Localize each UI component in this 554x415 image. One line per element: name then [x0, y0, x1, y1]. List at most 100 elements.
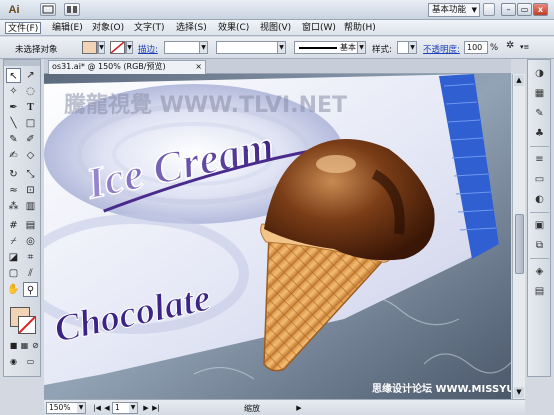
- draw-normal-icon[interactable]: ◉: [6, 354, 21, 369]
- scroll-thumb[interactable]: [515, 214, 524, 274]
- tools-panel: ↖ ↗ ✧ ◌ ✒ T ╲ □ ✎ ✐ ✍ ◇ ↻ ⤡ ≈ ⊡ ⁂ ▥ # ▤ …: [3, 59, 41, 377]
- menu-object[interactable]: 对象(O): [90, 22, 126, 34]
- brush-label: 基本: [340, 43, 356, 52]
- opacity-input[interactable]: 100: [464, 41, 488, 54]
- status-bar: 150% ▼ |◀ ◀ 1 ▼ ▶ ▶| 缩放 ▶: [44, 399, 525, 415]
- scale-tool-icon[interactable]: ⤡: [23, 167, 38, 182]
- color-icon[interactable]: ◑: [532, 66, 547, 81]
- minimize-button[interactable]: –: [501, 3, 516, 16]
- artboard-canvas[interactable]: 騰龍視覺 WWW.TLVI.NET Ice Cream Chocolate 思缘…: [44, 74, 511, 399]
- vertical-scrollbar[interactable]: ▲ ▼: [512, 74, 525, 399]
- transparency-icon[interactable]: ◐: [532, 192, 547, 207]
- stroke-weight-input[interactable]: ▼: [164, 41, 208, 54]
- variable-width-dropdown[interactable]: ▼: [216, 41, 286, 54]
- menu-select[interactable]: 选择(S): [174, 22, 209, 34]
- status-mode-text: 缩放: [244, 404, 260, 413]
- chevron-down-icon: ▼: [471, 6, 477, 14]
- mesh-tool-icon[interactable]: #: [6, 218, 21, 233]
- workspace-label: 基本功能: [432, 5, 467, 15]
- stroke-swatch[interactable]: [110, 41, 125, 54]
- tools-grip[interactable]: [4, 60, 40, 66]
- warp-tool-icon[interactable]: ≈: [6, 183, 21, 198]
- blend-tool-icon[interactable]: ◎: [23, 234, 38, 249]
- gradient-icon[interactable]: ▭: [532, 172, 547, 187]
- document-tab[interactable]: os31.ai* @ 150% (RGB/预览) ×: [48, 60, 206, 74]
- hand-tool-icon[interactable]: ✋: [6, 282, 21, 297]
- workspace-switcher[interactable]: 基本功能 ▼: [428, 3, 480, 17]
- ice-cream-artwork: 騰龍視覺 WWW.TLVI.NET Ice Cream Chocolate 思缘…: [44, 74, 511, 399]
- symbol-sprayer-tool-icon[interactable]: ⁂: [6, 199, 21, 214]
- pen-tool-icon[interactable]: ✒: [6, 100, 21, 115]
- brushes-icon[interactable]: ✎: [532, 106, 547, 121]
- menu-view[interactable]: 视图(V): [258, 22, 293, 34]
- zoom-tool-icon[interactable]: ⚲: [23, 282, 38, 297]
- crop-tool-icon[interactable]: ⌗: [23, 250, 38, 265]
- artboard-tool-icon[interactable]: ▢: [6, 266, 21, 281]
- stroke-link[interactable]: 描边:: [138, 43, 158, 55]
- brush-definition-dropdown[interactable]: 基本 ▼: [294, 41, 366, 54]
- screen-mode-icon[interactable]: ▭: [23, 354, 38, 369]
- document-tab-title: os31.ai* @ 150% (RGB/预览): [52, 62, 166, 71]
- menu-window[interactable]: 窗口(W): [300, 22, 338, 34]
- panel-menu-icon[interactable]: ▾≡: [520, 43, 529, 51]
- title-bar: Ai 基本功能 ▼ – ▭ x: [0, 0, 554, 20]
- previous-artboard-icon[interactable]: ◀: [102, 403, 112, 413]
- fill-dropdown[interactable]: ▼: [97, 41, 105, 54]
- eraser-tool-icon[interactable]: ◇: [23, 148, 38, 163]
- appearance-icon[interactable]: ▣: [532, 218, 547, 233]
- opacity-link[interactable]: 不透明度:: [423, 43, 460, 55]
- menu-help[interactable]: 帮助(H): [342, 22, 378, 34]
- scroll-up-icon[interactable]: ▲: [514, 75, 524, 86]
- none-mode-icon[interactable]: ⊘: [28, 338, 43, 353]
- scroll-down-icon[interactable]: ▼: [514, 387, 524, 398]
- restore-button[interactable]: ▭: [517, 3, 532, 16]
- rotate-tool-icon[interactable]: ↻: [6, 167, 21, 182]
- next-artboard-icon[interactable]: ▶: [141, 403, 151, 413]
- close-button[interactable]: x: [533, 3, 548, 16]
- style-label: 样式:: [372, 45, 392, 55]
- artboards-icon[interactable]: ▤: [532, 284, 547, 299]
- rectangle-tool-icon[interactable]: □: [23, 116, 38, 131]
- pencil-tool-icon[interactable]: ✐: [23, 132, 38, 147]
- document-setup-icon[interactable]: ✲: [506, 40, 514, 51]
- last-artboard-icon[interactable]: ▶|: [151, 403, 161, 413]
- menu-edit[interactable]: 编辑(E): [50, 22, 85, 34]
- artboard-number-dropdown[interactable]: 1 ▼: [112, 402, 138, 414]
- dock-separator: [530, 146, 549, 147]
- stroke-color-icon[interactable]: [18, 316, 36, 334]
- status-menu-icon[interactable]: ▶: [294, 403, 304, 413]
- graph-tool-icon[interactable]: ▥: [23, 199, 38, 214]
- swatches-icon[interactable]: ▦: [532, 86, 547, 101]
- fill-swatch[interactable]: [82, 41, 97, 54]
- layers-icon[interactable]: ◈: [532, 264, 547, 279]
- graphic-style-dropdown[interactable]: ▼: [397, 41, 417, 54]
- selection-tool-icon[interactable]: ↖: [6, 68, 21, 83]
- menu-effect[interactable]: 效果(C): [216, 22, 251, 34]
- line-tool-icon[interactable]: ╲: [6, 116, 21, 131]
- lasso-tool-icon[interactable]: ◌: [23, 84, 38, 99]
- direct-selection-tool-icon[interactable]: ↗: [23, 68, 38, 83]
- search-icon[interactable]: [483, 3, 495, 16]
- zoom-level-dropdown[interactable]: 150% ▼: [46, 402, 86, 414]
- menu-type[interactable]: 文字(T): [132, 22, 167, 34]
- first-artboard-icon[interactable]: |◀: [92, 403, 102, 413]
- graphic-styles-icon[interactable]: ⧉: [532, 238, 547, 253]
- stroke-icon[interactable]: ≡: [532, 152, 547, 167]
- blob-brush-tool-icon[interactable]: ✍: [6, 148, 21, 163]
- eyedropper-tool-icon[interactable]: ⌿: [6, 234, 21, 249]
- type-tool-icon[interactable]: T: [23, 100, 38, 115]
- arrange-documents-icon[interactable]: [64, 3, 80, 16]
- close-tab-icon[interactable]: ×: [195, 61, 202, 73]
- stroke-dropdown[interactable]: ▼: [125, 41, 133, 54]
- live-paint-tool-icon[interactable]: ◪: [6, 250, 21, 265]
- watermark-top: 騰龍視覺 WWW.TLVI.NET: [64, 92, 347, 118]
- free-transform-tool-icon[interactable]: ⊡: [23, 183, 38, 198]
- magic-wand-tool-icon[interactable]: ✧: [6, 84, 21, 99]
- slice-tool-icon[interactable]: ⫽: [23, 266, 38, 281]
- paintbrush-tool-icon[interactable]: ✎: [6, 132, 21, 147]
- panel-dock: ◑ ▦ ✎ ♣ ≡ ▭ ◐ ▣ ⧉ ◈ ▤: [527, 59, 551, 377]
- bridge-icon[interactable]: [40, 3, 56, 16]
- symbols-icon[interactable]: ♣: [532, 126, 547, 141]
- menu-file[interactable]: 文件(F): [5, 22, 42, 34]
- gradient-tool-icon[interactable]: ▤: [23, 218, 38, 233]
